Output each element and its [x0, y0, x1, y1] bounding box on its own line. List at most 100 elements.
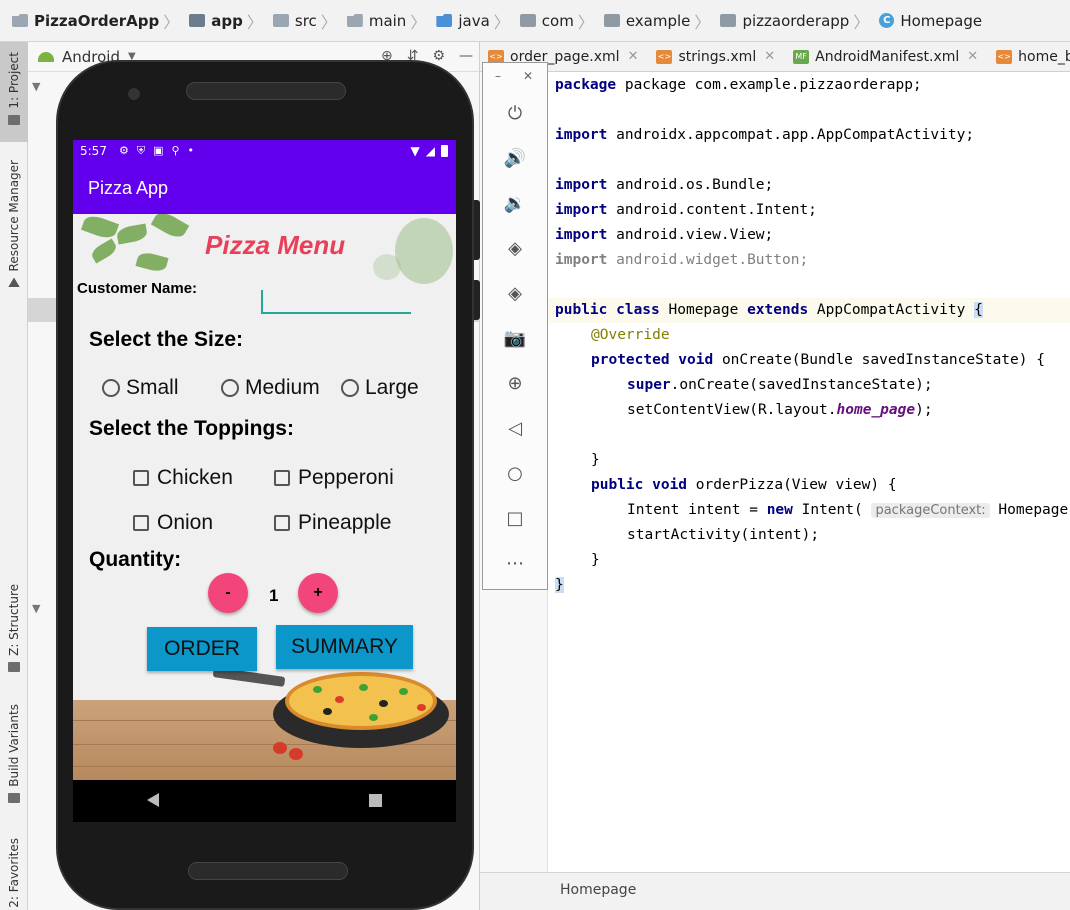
volume-up-icon[interactable]: 🔊: [503, 146, 527, 170]
editor-tabs: <> order_page.xml ✕ <> strings.xml ✕ MF Andro…: [480, 42, 1070, 72]
power-icon[interactable]: ⏻: [503, 101, 527, 125]
code-line: }: [555, 577, 564, 593]
tab-resource-manager[interactable]: Resource Manager: [0, 160, 28, 300]
resource-manager-icon: [8, 277, 20, 288]
rotate-left-icon[interactable]: ◈: [503, 236, 527, 260]
android-icon: [38, 51, 54, 62]
volume-down-icon[interactable]: 🔉: [503, 191, 527, 215]
structure-breadcrumb-homepage[interactable]: Homepage: [560, 882, 636, 898]
folder-icon: [272, 14, 289, 27]
watercolor-splash: [373, 254, 401, 280]
device-screen: 5:57 ⚙ ⛨ ▣ ⚲ • ▼ ◢ Pizza App Pizza Menu …: [73, 140, 456, 822]
module-icon: [189, 14, 206, 27]
checkbox-box: [133, 470, 149, 486]
code-line: public void orderPizza(View view) {: [591, 477, 897, 493]
tab-home-bu[interactable]: <>home_bu: [988, 42, 1070, 71]
watercolor-splash: [395, 218, 453, 284]
package-icon: [519, 14, 536, 27]
tree-expander[interactable]: ▼: [32, 80, 40, 93]
topping-checkbox-pineapple[interactable]: Pineapple: [274, 511, 391, 535]
overview-icon[interactable]: □: [503, 506, 527, 530]
zoom-icon[interactable]: ⊕: [503, 371, 527, 395]
power-button[interactable]: [474, 200, 480, 260]
quantity-value: 1: [269, 586, 279, 605]
nav-overview-icon[interactable]: [369, 794, 382, 807]
breadcrumb-project[interactable]: PizzaOrderApp 〉: [12, 9, 185, 33]
earpiece-speaker: [186, 82, 346, 100]
tab-project[interactable]: 1: Project: [0, 42, 28, 142]
tab-manifest[interactable]: MF AndroidManifest.xml ✕: [785, 42, 988, 71]
close-icon[interactable]: ✕: [523, 69, 533, 83]
order-button[interactable]: ORDER: [147, 627, 257, 671]
code-line: }: [591, 452, 600, 468]
summary-button[interactable]: SUMMARY: [276, 625, 413, 669]
code-line-unused-import: import android.widget.Button;: [555, 252, 809, 268]
close-icon[interactable]: ✕: [764, 49, 775, 64]
minimize-icon[interactable]: –: [495, 69, 501, 83]
tab-favorites[interactable]: 2: Favorites: [0, 838, 28, 910]
breadcrumb-main[interactable]: main 〉: [346, 9, 433, 33]
menu-title: Pizza Menu: [205, 230, 346, 260]
rotate-right-icon[interactable]: ◈: [503, 281, 527, 305]
code-editor[interactable]: package package com.example.pizzaorderap…: [548, 72, 1070, 872]
home-icon[interactable]: ○: [503, 461, 527, 485]
camera-icon[interactable]: 📷: [503, 326, 527, 350]
topping-checkbox-pepperoni[interactable]: Pepperoni: [274, 466, 394, 490]
code-line: }: [591, 552, 600, 568]
tree-expander[interactable]: ▼: [32, 602, 40, 615]
nav-back-icon[interactable]: [147, 793, 159, 807]
gear-icon[interactable]: ⚙: [432, 48, 445, 64]
breadcrumb-example[interactable]: example 〉: [603, 9, 717, 33]
signal-icon: ◢: [425, 144, 435, 158]
more-icon[interactable]: ⋯: [503, 551, 527, 575]
wifi-icon: ▼: [410, 144, 420, 158]
ide-window: PizzaOrderApp 〉 app 〉 src 〉 main 〉 java 〉 com…: [0, 0, 1070, 910]
chevron-right-icon: 〉: [493, 12, 510, 32]
chevron-right-icon: 〉: [577, 12, 594, 32]
package-icon: [720, 14, 737, 27]
customer-name-label: Customer Name:: [77, 280, 198, 297]
back-icon[interactable]: ◁: [503, 416, 527, 440]
topping-checkbox-chicken[interactable]: Chicken: [133, 466, 233, 490]
tab-strings[interactable]: <> strings.xml ✕: [648, 42, 785, 71]
breadcrumb-src[interactable]: src 〉: [272, 9, 343, 33]
tab-structure[interactable]: Z: Structure: [0, 584, 28, 674]
radio-circle: [221, 379, 239, 397]
size-radio-large[interactable]: Large: [341, 376, 419, 400]
app-bar: Pizza App: [73, 162, 456, 214]
project-icon: [8, 114, 20, 125]
breadcrumb-java[interactable]: java 〉: [436, 9, 515, 33]
leaf-decoration: [89, 238, 119, 264]
volume-button[interactable]: [474, 280, 480, 320]
breadcrumb-com[interactable]: com 〉: [519, 9, 600, 33]
editor-breadcrumb-bar: Homepage: [480, 872, 1070, 910]
text-cursor: [261, 290, 263, 312]
project-folder-icon: [12, 14, 28, 27]
leaf-decoration: [135, 250, 169, 274]
breadcrumb-pizzaorderapp[interactable]: pizzaorderapp 〉: [720, 9, 875, 33]
emulator-toolbar: – ✕ ⏻ 🔊 🔉 ◈ ◈ 📷 ⊕ ◁ ○ □ ⋯: [482, 62, 548, 590]
leaf-decoration: [115, 223, 149, 245]
chevron-right-icon: 〉: [853, 12, 870, 32]
topping-checkbox-onion[interactable]: Onion: [133, 511, 213, 535]
chevron-right-icon: 〉: [694, 12, 711, 32]
close-icon[interactable]: ✕: [967, 49, 978, 64]
toppings-heading: Select the Toppings:: [89, 417, 294, 440]
radio-circle: [341, 379, 359, 397]
close-icon[interactable]: ✕: [628, 49, 639, 64]
minimize-icon[interactable]: —: [459, 48, 473, 64]
gear-icon: ⚙: [118, 144, 129, 157]
breadcrumb-app[interactable]: app 〉: [189, 9, 269, 33]
customer-name-input[interactable]: [261, 288, 411, 314]
size-radio-small[interactable]: Small: [102, 376, 179, 400]
breadcrumb-homepage[interactable]: C Homepage: [879, 12, 982, 30]
tab-build-variants[interactable]: Build Variants: [0, 704, 28, 808]
structure-icon: [8, 661, 20, 672]
breadcrumb: PizzaOrderApp 〉 app 〉 src 〉 main 〉 java 〉 com…: [0, 0, 1070, 42]
decrement-button[interactable]: -: [208, 573, 248, 613]
increment-button[interactable]: +: [298, 573, 338, 613]
chevron-right-icon: 〉: [163, 12, 180, 32]
code-line: @Override: [591, 327, 670, 343]
code-line: import android.view.View;: [555, 227, 774, 243]
size-radio-medium[interactable]: Medium: [221, 376, 320, 400]
